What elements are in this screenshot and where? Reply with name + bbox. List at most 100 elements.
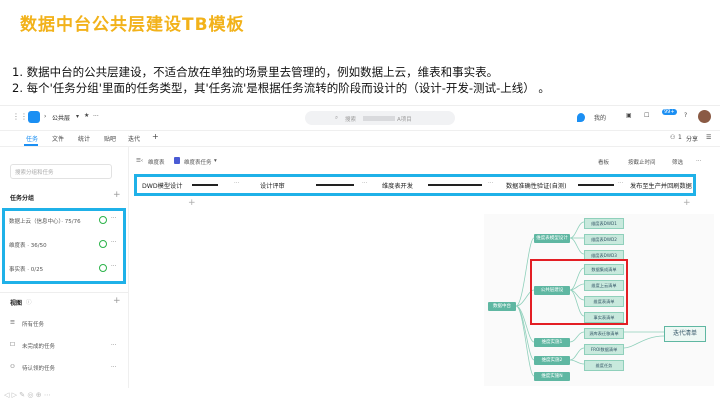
chevron-right-icon: › <box>44 113 47 120</box>
chevron-down-icon[interactable]: ▾ <box>214 158 217 164</box>
view-more-icon[interactable]: ⋯ <box>111 364 117 370</box>
filter-button[interactable]: 筛选 <box>672 158 683 166</box>
mindmap-leaf: 维度表DWD1 <box>584 218 624 229</box>
stage-more-icon[interactable]: ⋯ <box>618 180 624 186</box>
search-placeholder: 搜索 <box>345 117 357 123</box>
stage-more-icon[interactable]: ⋯ <box>488 180 494 186</box>
flow-arrow <box>192 184 218 186</box>
slide-title: 数据中台公共层建设TB模板 <box>20 15 245 35</box>
redacted-block <box>363 116 395 121</box>
stage-dimension-dev[interactable]: 维度表开发 <box>382 181 413 190</box>
mindmap-branch: 维度实施N <box>534 372 570 381</box>
location-icon[interactable] <box>577 113 585 122</box>
group-more-icon[interactable]: ⋯ <box>111 263 117 269</box>
more-icon[interactable]: ··· <box>696 158 701 164</box>
next-slide-icon[interactable]: ▷ <box>12 391 17 399</box>
view-unclaimed[interactable]: 待认领的任务 <box>22 364 55 372</box>
sidebar: 搜索分组和任务 任务分组 + 数据上云（信息中心）· 75/76 ⋯ 维度表 ·… <box>0 146 129 388</box>
board-icon <box>174 157 180 164</box>
stage-publish[interactable]: 发布至生产并回刷数据 <box>630 181 692 190</box>
mindmap-root: 数据中台 <box>488 302 516 311</box>
sort-button[interactable]: 按截止时间 <box>628 158 656 166</box>
zoom-icon[interactable]: ⊕ <box>36 391 42 399</box>
calendar-icon[interactable]: ▣ <box>626 112 632 119</box>
slide-controls: ◁ ▷ ✎ ◎ ⊕ ⋯ <box>4 391 51 399</box>
flow-arrow <box>578 184 614 186</box>
tab-files[interactable]: 文件 <box>52 134 64 143</box>
sidebar-divider <box>0 292 128 293</box>
add-column-icon[interactable]: + <box>683 198 691 208</box>
group-more-icon[interactable]: ⋯ <box>111 239 117 245</box>
mindmap-branch: 维度表模型设计 <box>534 234 570 243</box>
info-icon[interactable]: ⓘ <box>26 298 32 306</box>
menu-icon[interactable]: ⋯ <box>44 391 51 399</box>
inbox-icon[interactable]: ☐ <box>644 112 649 119</box>
view-unfinished[interactable]: 未完成的任务 <box>22 342 55 350</box>
chevron-down-icon[interactable]: ▾ <box>76 113 79 120</box>
tab-bar: 任务 文件 统计 贴吧 迭代 + ⚇ 1 分享 ☰ <box>0 130 720 147</box>
bullet-1: 1. 数据中台的公共层建设，不适合放在单独的场景里去管理的，例如数据上云，维表和… <box>12 65 499 79</box>
list-toggle-icon[interactable]: ☰‹ <box>136 158 143 164</box>
star-icon[interactable]: ★ <box>84 112 89 119</box>
my-button[interactable]: 我的 <box>594 113 606 122</box>
stage-more-icon[interactable]: ⋯ <box>362 180 368 186</box>
group-item-dimension[interactable]: 维度表 · 36/50 <box>9 241 47 249</box>
add-task-icon[interactable]: + <box>188 198 196 208</box>
stage-accuracy-check[interactable]: 数据准确性验证(自测) <box>506 181 567 190</box>
tab-iteration[interactable]: 迭代 <box>128 134 140 143</box>
group-status-icon <box>99 264 107 272</box>
top-bar: ⋮⋮ › 公共层 ▾ ★ ··· ⌕ 搜索 A项目 我的 ▣ ☐ 99+ ? <box>0 106 720 131</box>
view-left-label[interactable]: 维度表 <box>148 158 165 166</box>
group-more-icon[interactable]: ⋯ <box>111 215 117 221</box>
global-search[interactable]: ⌕ 搜索 A项目 <box>305 111 455 125</box>
sidebar-search-input[interactable]: 搜索分组和任务 <box>10 164 112 179</box>
group-status-icon <box>99 216 107 224</box>
list-icon: ☰ <box>10 320 15 326</box>
tab-stats[interactable]: 统计 <box>78 134 90 143</box>
help-icon[interactable]: ? <box>684 112 687 119</box>
flow-arrow <box>428 184 482 186</box>
main-board: ☰‹ 维度表 维度表任务 ▾ 看板 按截止时间 筛选 ··· DWD模型设计 ⋯… <box>128 146 720 388</box>
prev-slide-icon[interactable]: ◁ <box>4 391 9 399</box>
bullet-2: 2. 每个'任务分组'里面的任务类型，其'任务流'是根据任务流转的阶段而设计的（… <box>12 81 550 95</box>
group-status-icon <box>99 240 107 248</box>
tab-forum[interactable]: 贴吧 <box>104 134 116 143</box>
add-view-icon[interactable]: + <box>113 296 121 306</box>
view-all-tasks[interactable]: 所有任务 <box>22 320 44 328</box>
member-icon[interactable]: ⚇ <box>670 134 675 141</box>
view-header: 视图 <box>10 300 23 307</box>
mindmap-panel: 数据中台 维度表模型设计 公共层建设 维度实施1 维度实施2 维度实施N 维度表… <box>484 214 714 386</box>
stage-design-review[interactable]: 设计评审 <box>260 181 285 190</box>
notification-badge: 99+ <box>662 109 677 115</box>
search-icon: ⌕ <box>335 115 339 121</box>
tab-tasks[interactable]: 任务 <box>26 134 38 143</box>
view-more-icon[interactable]: ⋯ <box>111 342 117 348</box>
project-name[interactable]: 公共层 <box>52 113 70 122</box>
search-suffix: A项目 <box>397 117 412 123</box>
avatar[interactable] <box>698 110 711 123</box>
view-task-label[interactable]: 维度表任务 <box>184 158 212 166</box>
sidebar-search-placeholder: 搜索分组和任务 <box>15 170 54 176</box>
add-tab-icon[interactable]: + <box>152 132 159 141</box>
share-button[interactable]: 分享 <box>686 134 698 143</box>
user-icon: ⚇ <box>10 364 15 370</box>
more-icon[interactable]: ··· <box>93 113 99 120</box>
mindmap-leaf: 事实表清单 <box>584 312 624 323</box>
grid-menu-icon[interactable]: ⋮⋮ <box>12 112 28 121</box>
pointer-icon[interactable]: ◎ <box>27 391 33 399</box>
bullet-list: 1. 数据中台的公共层建设，不适合放在单独的场景里去管理的，例如数据上云，维表和… <box>12 64 550 96</box>
task-group-header: 任务分组 <box>10 195 35 202</box>
stage-more-icon[interactable]: ⋯ <box>234 180 240 186</box>
stage-dwd-design[interactable]: DWD模型设计 <box>142 181 182 190</box>
mindmap-branch: 维度实施1 <box>534 338 570 347</box>
pen-icon[interactable]: ✎ <box>19 391 25 399</box>
app-logo-icon <box>28 111 40 123</box>
flow-arrow <box>316 184 354 186</box>
group-item-cloud[interactable]: 数据上云（信息中心）· 75/76 <box>9 217 81 225</box>
teambition-app: ⋮⋮ › 公共层 ▾ ★ ··· ⌕ 搜索 A项目 我的 ▣ ☐ 99+ ? 任… <box>0 105 720 388</box>
add-group-icon[interactable]: + <box>113 190 121 200</box>
board-button[interactable]: 看板 <box>598 158 609 166</box>
mindmap-leaf: FROI数据清单 <box>584 344 624 355</box>
group-item-fact[interactable]: 事实表 · 0/25 <box>9 265 43 273</box>
sidebar-toggle-icon[interactable]: ☰ <box>706 134 711 141</box>
